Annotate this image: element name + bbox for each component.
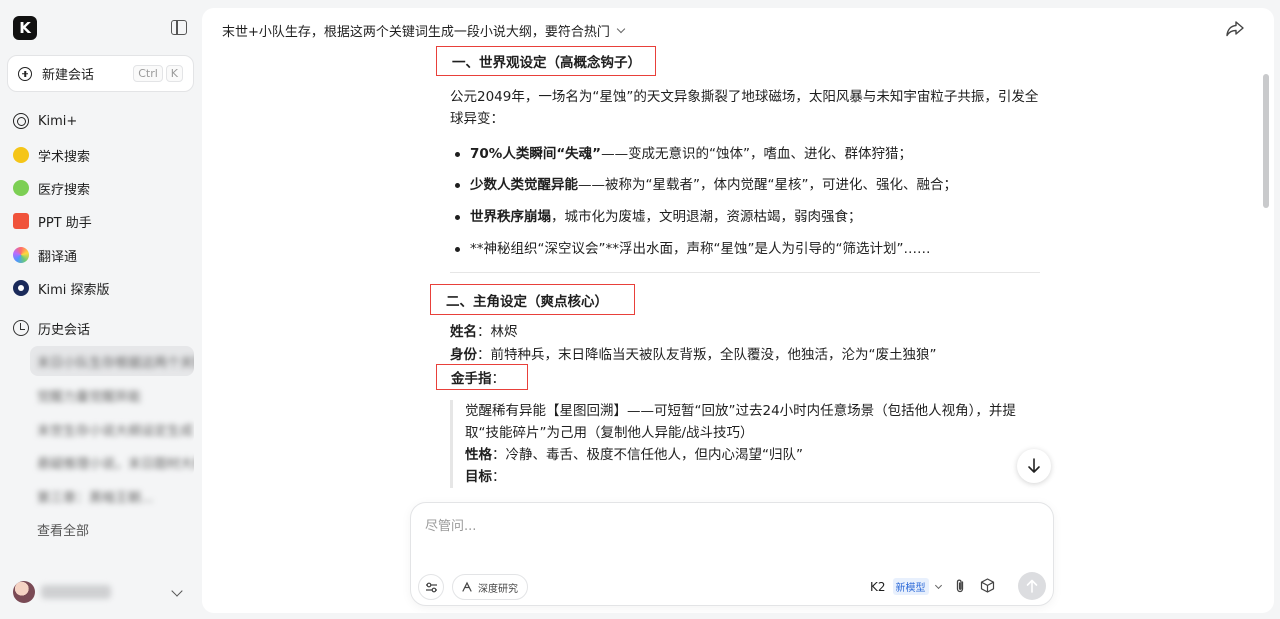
shortcut-hint: Ctrl K bbox=[133, 65, 183, 82]
sidebar-item-label: 翻译通 bbox=[38, 249, 78, 265]
sidebar: K 新建会话 Ctrl K Kimi+ 学术搜索 医疗搜索 PPT 助手 翻译通… bbox=[0, 0, 202, 619]
sidebar-item-medical-search[interactable]: 医疗搜索 bbox=[13, 177, 90, 199]
history-item[interactable]: 末世生存小说大纲设定生成 bbox=[30, 414, 194, 444]
shortcut-key-ctrl: Ctrl bbox=[133, 65, 163, 82]
sidebar-item-academic-search[interactable]: 学术搜索 bbox=[13, 144, 90, 166]
list-item: **神秘组织“深空议会”**浮出水面，声称“星蚀”是人为引导的“筛选计划”…… bbox=[455, 238, 1045, 260]
sidebar-item-label: Kimi+ bbox=[38, 113, 78, 129]
list-item-text: ——被称为“星载者”，体内觉醒“星核”，可进化、强化、融合； bbox=[578, 177, 957, 193]
sidebar-item-translate[interactable]: 翻译通 bbox=[13, 244, 77, 266]
academic-search-icon bbox=[13, 147, 29, 163]
sidebar-item-label: 医疗搜索 bbox=[38, 182, 91, 198]
sidebar-item-label: PPT 助手 bbox=[38, 215, 92, 231]
goal-colon: ： bbox=[492, 469, 506, 485]
arrow-up-icon bbox=[1026, 579, 1038, 593]
medical-search-icon bbox=[13, 180, 29, 196]
history-item-label: 悬疑推理小说，末日题材大纲... bbox=[37, 456, 194, 472]
name-label: 姓名 bbox=[450, 324, 477, 340]
chat-panel: 末世+小队生存，根据这两个关键词生成一段小说大纲，要符合热门 一、世界观设定（高… bbox=[202, 8, 1274, 613]
model-selector[interactable]: K2 新模型 bbox=[870, 578, 942, 595]
new-chat-button[interactable]: 新建会话 Ctrl K bbox=[7, 55, 194, 92]
history-item-label: 第三章：黑暗王朝... bbox=[37, 490, 154, 506]
identity-label: 身份 bbox=[450, 347, 477, 363]
list-item: 世界秩序崩塌，城市化为废墟，文明退潮，资源枯竭，弱肉强食； bbox=[455, 206, 1045, 228]
arrow-down-icon bbox=[1028, 458, 1040, 473]
explore-icon bbox=[13, 280, 29, 296]
list-item: 少数人类觉醒异能——被称为“星载者”，体内觉醒“星核”，可进化、强化、融合； bbox=[455, 174, 1045, 196]
section-heading-protagonist: 二、主角设定（爽点核心） bbox=[430, 284, 635, 315]
clock-icon bbox=[13, 320, 29, 336]
model-name: K2 bbox=[870, 579, 886, 594]
cheat-label: 金手指 bbox=[451, 371, 492, 387]
attachment-icon[interactable] bbox=[953, 578, 967, 594]
sidebar-item-label: 学术搜索 bbox=[38, 149, 91, 165]
avatar[interactable] bbox=[13, 581, 35, 603]
new-chat-label: 新建会话 bbox=[42, 68, 95, 83]
personality-label: 性格 bbox=[465, 447, 492, 463]
scroll-to-bottom-button[interactable] bbox=[1017, 449, 1051, 483]
scrollbar[interactable] bbox=[1263, 74, 1269, 208]
translate-icon bbox=[13, 247, 29, 263]
history-item[interactable]: 第三章：黑暗王朝... bbox=[30, 481, 194, 511]
sidebar-item-kimi-plus[interactable]: Kimi+ bbox=[13, 110, 77, 132]
divider bbox=[450, 272, 1040, 273]
ppt-icon bbox=[13, 213, 29, 229]
history-label: 历史会话 bbox=[38, 322, 91, 338]
list-item-text: **神秘组织“深空议会”**浮出水面，声称“星蚀”是人为引导的“筛选计划”…… bbox=[470, 241, 931, 257]
history-item[interactable]: 末日小队生存根据这两个关键词生... bbox=[30, 346, 194, 376]
history-header[interactable]: 历史会话 bbox=[13, 317, 90, 339]
user-name bbox=[41, 585, 111, 599]
list-item-text: ——变成无意识的“蚀体”，嗜血、进化、群体狩猎； bbox=[601, 146, 913, 162]
deep-research-icon bbox=[462, 581, 472, 592]
history-item[interactable]: 觉醒力量觉醒异能 bbox=[30, 380, 194, 410]
list-item-bold: 少数人类觉醒异能 bbox=[470, 177, 578, 193]
sliders-icon bbox=[425, 582, 437, 592]
sidebar-item-explore[interactable]: Kimi 探索版 bbox=[13, 277, 110, 299]
name-value: ：林烬 bbox=[477, 324, 518, 340]
chevron-down-icon bbox=[616, 24, 626, 33]
shortcut-key-k: K bbox=[165, 65, 183, 82]
kimi-plus-icon bbox=[13, 113, 29, 129]
identity-line: 身份：前特种兵，末日降临当天被队友背叛，全队覆没，他独活，沦为“废土独狼” bbox=[450, 344, 1045, 366]
kimi-logo[interactable]: K bbox=[13, 16, 37, 40]
history-item[interactable]: 悬疑推理小说，末日题材大纲... bbox=[30, 447, 194, 477]
history-item-label: 末世生存小说大纲设定生成 bbox=[37, 423, 194, 439]
cheat-colon: ： bbox=[491, 371, 506, 387]
ability-description: 觉醒稀有异能【星图回溯】——可短暂“回放”过去24小时内任意场景（包括他人视角）… bbox=[465, 403, 1016, 441]
send-button[interactable] bbox=[1018, 572, 1046, 600]
conversation-title-text: 末世+小队生存，根据这两个关键词生成一段小说大纲，要符合热门 bbox=[222, 25, 610, 40]
deep-research-button[interactable]: 深度研究 bbox=[452, 574, 528, 600]
intro-paragraph: 公元2049年，一场名为“星蚀”的天文异象撕裂了地球磁场，太阳风暴与未知宇宙粒子… bbox=[450, 89, 1039, 127]
sidebar-item-label: Kimi 探索版 bbox=[38, 282, 110, 298]
sidebar-toggle-icon[interactable] bbox=[171, 20, 187, 35]
personality-value: ：冷静、毒舌、极度不信任他人，但内心渴望“归队” bbox=[492, 447, 803, 463]
ability-quote: 觉醒稀有异能【星图回溯】——可短暂“回放”过去24小时内任意场景（包括他人视角）… bbox=[450, 400, 1045, 488]
personality-line: 性格：冷静、毒舌、极度不信任他人，但内心渴望“归队” bbox=[465, 444, 1045, 466]
list-item-bold: 70%人类瞬间“失魂” bbox=[470, 146, 602, 162]
list-item: 70%人类瞬间“失魂”——变成无意识的“蚀体”，嗜血、进化、群体狩猎； bbox=[455, 143, 1045, 165]
new-model-badge: 新模型 bbox=[892, 578, 929, 595]
list-item-bold: 世界秩序崩塌 bbox=[470, 209, 551, 225]
settings-toggle-button[interactable] bbox=[418, 574, 444, 600]
history-item-label: 末日小队生存根据这两个关键词生... bbox=[37, 355, 194, 371]
deep-research-label: 深度研究 bbox=[478, 583, 518, 595]
name-line: 姓名：林烬 bbox=[450, 321, 1045, 343]
goal-label: 目标 bbox=[465, 469, 492, 485]
goal-line: 目标： bbox=[465, 466, 1045, 488]
chevron-down-icon[interactable] bbox=[171, 585, 183, 597]
sidebar-item-ppt[interactable]: PPT 助手 bbox=[13, 210, 92, 232]
plus-icon bbox=[18, 66, 32, 81]
message-input[interactable]: 尽管问... bbox=[425, 515, 476, 534]
history-item-label: 觉醒力量觉醒异能 bbox=[37, 389, 142, 405]
identity-value: ：前特种兵，末日降临当天被队友背叛，全队覆没，他独活，沦为“废土独狼” bbox=[477, 347, 937, 363]
cube-icon[interactable] bbox=[980, 578, 995, 593]
list-item-text: ，城市化为废墟，文明退潮，资源枯竭，弱肉强食； bbox=[551, 209, 862, 225]
conversation-title[interactable]: 末世+小队生存，根据这两个关键词生成一段小说大纲，要符合热门 bbox=[222, 21, 626, 40]
section-heading-worldview: 一、世界观设定（高概念钩子） bbox=[436, 46, 656, 76]
chevron-down-icon bbox=[934, 581, 942, 589]
composer[interactable]: 尽管问... 深度研究 K2 新模型 bbox=[410, 502, 1054, 606]
see-all-link[interactable]: 查看全部 bbox=[37, 520, 89, 539]
cheat-label-box: 金手指： bbox=[436, 364, 528, 390]
share-icon[interactable] bbox=[1226, 21, 1244, 37]
